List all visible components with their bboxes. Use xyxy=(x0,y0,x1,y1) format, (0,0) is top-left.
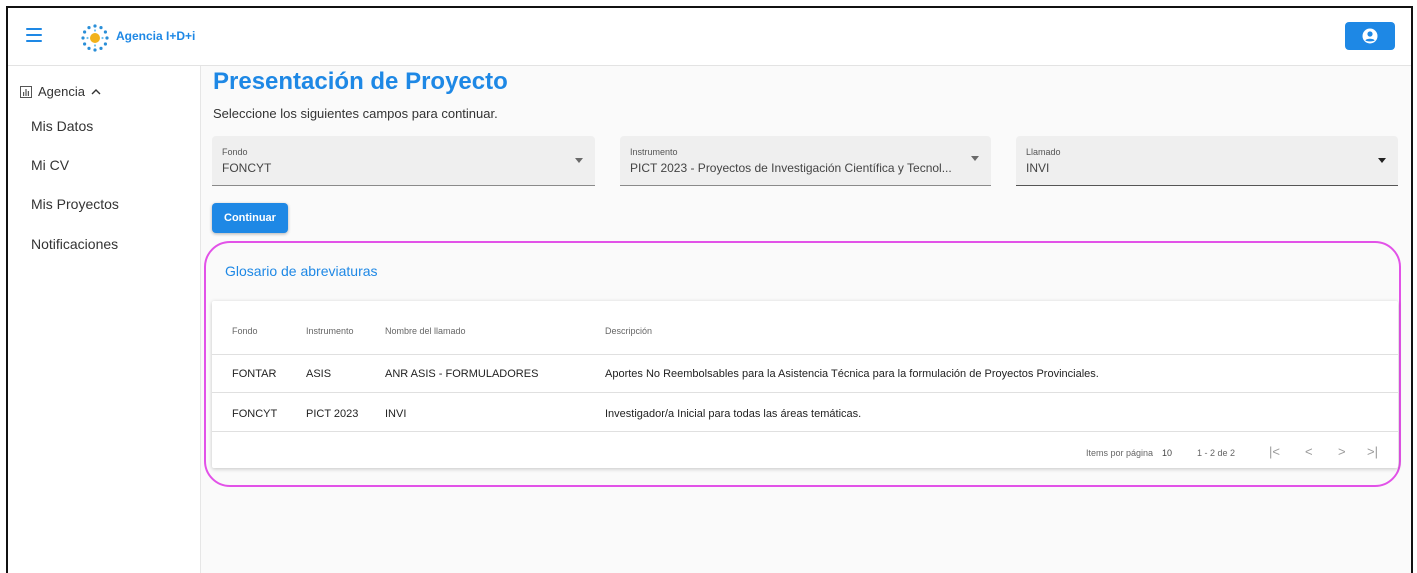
sidebar-section-label: Agencia xyxy=(38,84,85,99)
cell-nombre-llamado: ANR ASIS - FORMULADORES xyxy=(385,368,539,380)
row-divider xyxy=(212,354,1398,355)
bar-chart-icon xyxy=(20,85,32,98)
instrumento-label: Instrumento xyxy=(630,147,678,157)
agency-logo xyxy=(81,24,109,52)
chevron-up-icon xyxy=(91,88,101,94)
user-account-icon xyxy=(1362,28,1378,44)
column-header-fondo: Fondo xyxy=(232,326,258,336)
sidebar-item-mis-datos[interactable]: Mis Datos xyxy=(31,118,93,134)
cell-nombre-llamado: INVI xyxy=(385,408,407,420)
dropdown-arrow-icon xyxy=(971,156,979,161)
sidebar-item-mis-proyectos[interactable]: Mis Proyectos xyxy=(31,196,119,212)
page-title: Presentación de Proyecto xyxy=(213,68,508,95)
fondo-label: Fondo xyxy=(222,147,248,157)
hamburger-menu-icon[interactable] xyxy=(26,28,42,42)
brand-name: Agencia I+D+i xyxy=(116,29,196,43)
dropdown-arrow-icon xyxy=(575,158,583,163)
instrumento-select[interactable]: Instrumento PICT 2023 - Proyectos de Inv… xyxy=(620,136,991,186)
continue-button[interactable]: Continuar xyxy=(212,203,288,233)
items-per-page-label: Items por página xyxy=(1086,448,1154,458)
account-button[interactable] xyxy=(1345,22,1395,50)
next-page-icon[interactable]: > xyxy=(1338,444,1346,459)
sidebar: Agencia Mis Datos Mi CV Mis Proyectos No… xyxy=(8,66,201,573)
row-divider xyxy=(212,392,1398,393)
column-header-nombre-llamado: Nombre del llamado xyxy=(385,326,466,336)
fondo-select[interactable]: Fondo FONCYT xyxy=(212,136,595,186)
column-header-descripcion: Descripción xyxy=(605,326,653,336)
sidebar-section-agencia[interactable]: Agencia xyxy=(20,84,101,99)
glossary-table: Fondo Instrumento Nombre del llamado Des… xyxy=(212,301,1398,468)
previous-page-icon[interactable]: < xyxy=(1305,444,1313,459)
llamado-select[interactable]: Llamado INVI xyxy=(1016,136,1398,186)
row-divider xyxy=(212,431,1398,432)
cell-descripcion: Aportes No Reembolsables para la Asisten… xyxy=(605,368,1099,380)
column-header-instrumento: Instrumento xyxy=(306,326,354,336)
cell-instrumento: PICT 2023 xyxy=(306,408,359,420)
cell-instrumento: ASIS xyxy=(306,368,332,380)
cell-fondo: FONCYT xyxy=(232,408,278,420)
last-page-icon[interactable]: >| xyxy=(1367,444,1378,459)
top-bar: Agencia I+D+i xyxy=(8,8,1411,66)
glossary-title: Glosario de abreviaturas xyxy=(225,263,378,279)
llamado-label: Llamado xyxy=(1026,147,1061,157)
sidebar-item-mi-cv[interactable]: Mi CV xyxy=(31,157,69,173)
page-range: 1 - 2 de 2 xyxy=(1197,448,1236,458)
sidebar-item-notificaciones[interactable]: Notificaciones xyxy=(31,236,118,252)
cell-fondo: FONTAR xyxy=(232,368,277,380)
cell-descripcion: Investigador/a Inicial para todas las ár… xyxy=(605,408,862,420)
page-subtitle: Seleccione los siguientes campos para co… xyxy=(213,106,498,121)
instrumento-value: PICT 2023 - Proyectos de Investigación C… xyxy=(630,161,952,175)
page-size-select[interactable]: 10 xyxy=(1162,448,1172,458)
fondo-value: FONCYT xyxy=(222,161,272,175)
app-frame: Agencia I+D+i Agencia Mis Datos Mi CV Mi… xyxy=(6,6,1413,573)
dropdown-arrow-icon xyxy=(1378,158,1386,163)
first-page-icon[interactable]: |< xyxy=(1269,444,1280,459)
llamado-value: INVI xyxy=(1026,161,1050,175)
